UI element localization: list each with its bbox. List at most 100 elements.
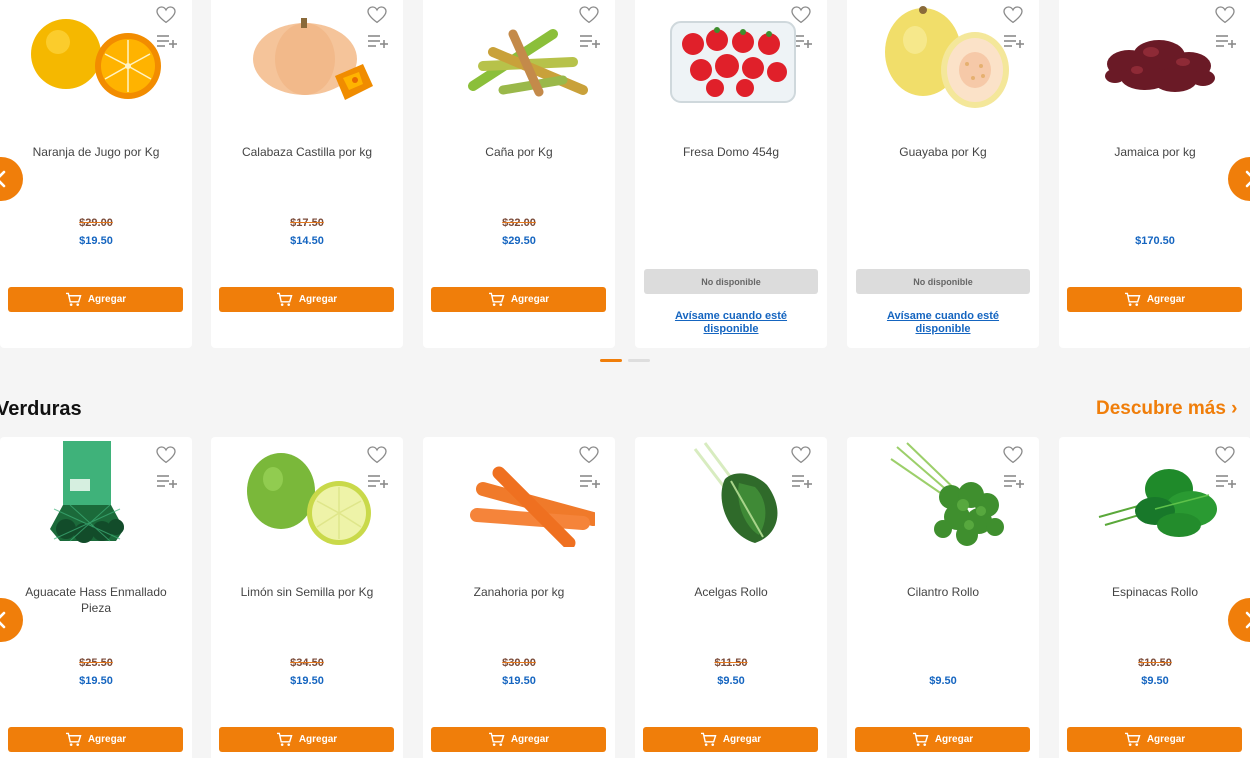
product-image-hibiscus[interactable] [1079,4,1231,108]
product-card[interactable]: Zanahoria por kg $30.00 $19.50 Agregar [423,437,615,758]
product-name[interactable]: Aguacate Hass Enmallado Pieza [10,584,182,616]
cart-icon [276,292,293,307]
product-image-pumpkin[interactable] [231,4,383,108]
product-image-strawberries[interactable] [655,4,807,108]
pagination-dot[interactable] [628,359,650,362]
add-to-cart-button[interactable]: Agregar [219,727,394,752]
product-card[interactable]: Acelgas Rollo $11.50 $9.50 Agregar [635,437,827,758]
cart-icon [912,732,929,747]
current-price: $19.50 [79,235,113,247]
product-card[interactable]: Calabaza Castilla por kg $17.50 $14.50 A… [211,0,403,348]
product-name[interactable]: Espinacas Rollo [1069,584,1241,600]
old-price: $11.50 [714,657,748,669]
notify-link-line2[interactable]: disponible [645,323,817,336]
notify-when-available-link[interactable]: Avísame cuando esté disponible [645,310,817,336]
add-button-label: Agregar [298,734,338,745]
product-name[interactable]: Guayaba por Kg [857,144,1029,160]
chevron-left-icon [0,611,6,629]
old-price: $32.00 [502,217,536,229]
product-card[interactable]: Jamaica por kg $170.50 Agregar [1059,0,1250,348]
add-to-cart-button[interactable]: Agregar [855,727,1030,752]
add-button-label: Agregar [87,294,127,305]
add-button-label: Agregar [722,734,762,745]
current-price: $170.50 [1135,235,1175,247]
product-name[interactable]: Acelgas Rollo [645,584,817,600]
product-card[interactable]: Aguacate Hass Enmallado Pieza $25.50 $19… [0,437,192,758]
product-name[interactable]: Fresa Domo 454g [645,144,817,160]
product-image-chard[interactable] [655,439,807,547]
product-image-guava[interactable] [867,4,1019,108]
notify-link-line1[interactable]: Avísame cuando esté [857,310,1029,323]
unavailable-label: No disponible [856,269,1030,294]
product-image-cilantro[interactable] [867,439,1019,547]
add-to-cart-button[interactable]: Agregar [1067,727,1242,752]
add-to-cart-button[interactable]: Agregar [219,287,394,312]
carousel-pagination [600,359,650,362]
add-to-cart-button[interactable]: Agregar [643,727,818,752]
current-price: $9.50 [717,675,745,687]
cart-icon [488,292,505,307]
product-card[interactable]: Guayaba por Kg No disponible Avísame cua… [847,0,1039,348]
current-price: $19.50 [502,675,536,687]
product-card[interactable]: Espinacas Rollo $10.50 $9.50 Agregar [1059,437,1250,758]
product-name[interactable]: Jamaica por kg [1069,144,1241,160]
current-price: $9.50 [1141,675,1169,687]
notify-when-available-link[interactable]: Avísame cuando esté disponible [857,310,1029,336]
product-image-carrots[interactable] [443,439,595,547]
current-price: $19.50 [290,675,324,687]
add-to-cart-button[interactable]: Agregar [431,287,606,312]
current-price: $9.50 [929,675,957,687]
product-card[interactable]: Caña por Kg $32.00 $29.50 Agregar [423,0,615,348]
current-price: $14.50 [290,235,324,247]
add-to-cart-button[interactable]: Agregar [8,727,183,752]
product-name[interactable]: Limón sin Semilla por Kg [221,584,393,600]
product-image-sugarcane[interactable] [443,4,595,108]
pagination-dot-active[interactable] [600,359,622,362]
cart-icon [700,732,717,747]
notify-link-line1[interactable]: Avísame cuando esté [645,310,817,323]
product-name[interactable]: Calabaza Castilla por kg [221,144,393,160]
discover-more-label[interactable]: Descubre más [1096,398,1226,419]
notify-link-line2[interactable]: disponible [857,323,1029,336]
product-image-lime[interactable] [231,439,383,547]
add-button-label: Agregar [934,734,974,745]
product-card[interactable]: Fresa Domo 454g No disponible Avísame cu… [635,0,827,348]
product-image-orange[interactable] [20,4,172,108]
product-name[interactable]: Zanahoria por kg [433,584,605,600]
add-button-label: Agregar [510,294,550,305]
product-name[interactable]: Cilantro Rollo [857,584,1029,600]
product-image-spinach[interactable] [1079,439,1231,547]
product-card[interactable]: Naranja de Jugo por Kg $29.00 $19.50 Agr… [0,0,192,348]
add-button-label: Agregar [298,294,338,305]
section-title: Verduras [0,398,82,420]
old-price: $17.50 [290,217,324,229]
cart-icon [488,732,505,747]
old-price: $29.00 [79,217,113,229]
add-to-cart-button[interactable]: Agregar [1067,287,1242,312]
current-price: $19.50 [79,675,113,687]
product-name[interactable]: Caña por Kg [433,144,605,160]
unavailable-label: No disponible [644,269,818,294]
chevron-right-icon [1245,170,1250,188]
chevron-right-icon [1245,611,1250,629]
product-card[interactable]: Cilantro Rollo $9.50 Agregar [847,437,1039,758]
add-button-label: Agregar [510,734,550,745]
cart-icon [1124,732,1141,747]
product-image-avocado-bag[interactable] [20,439,172,547]
add-to-cart-button[interactable]: Agregar [431,727,606,752]
current-price: $29.50 [502,235,536,247]
add-button-label: Agregar [1146,734,1186,745]
old-price: $10.50 [1138,657,1172,669]
add-to-cart-button[interactable]: Agregar [8,287,183,312]
cart-icon [65,292,82,307]
product-card[interactable]: Limón sin Semilla por Kg $34.50 $19.50 A… [211,437,403,758]
cart-icon [276,732,293,747]
chevron-right-icon: › [1225,398,1238,419]
add-button-label: Agregar [87,734,127,745]
old-price: $25.50 [79,657,113,669]
cart-icon [65,732,82,747]
add-button-label: Agregar [1146,294,1186,305]
product-name[interactable]: Naranja de Jugo por Kg [10,144,182,160]
discover-more-link[interactable]: Descubre más › [1096,398,1238,420]
old-price: $34.50 [290,657,324,669]
